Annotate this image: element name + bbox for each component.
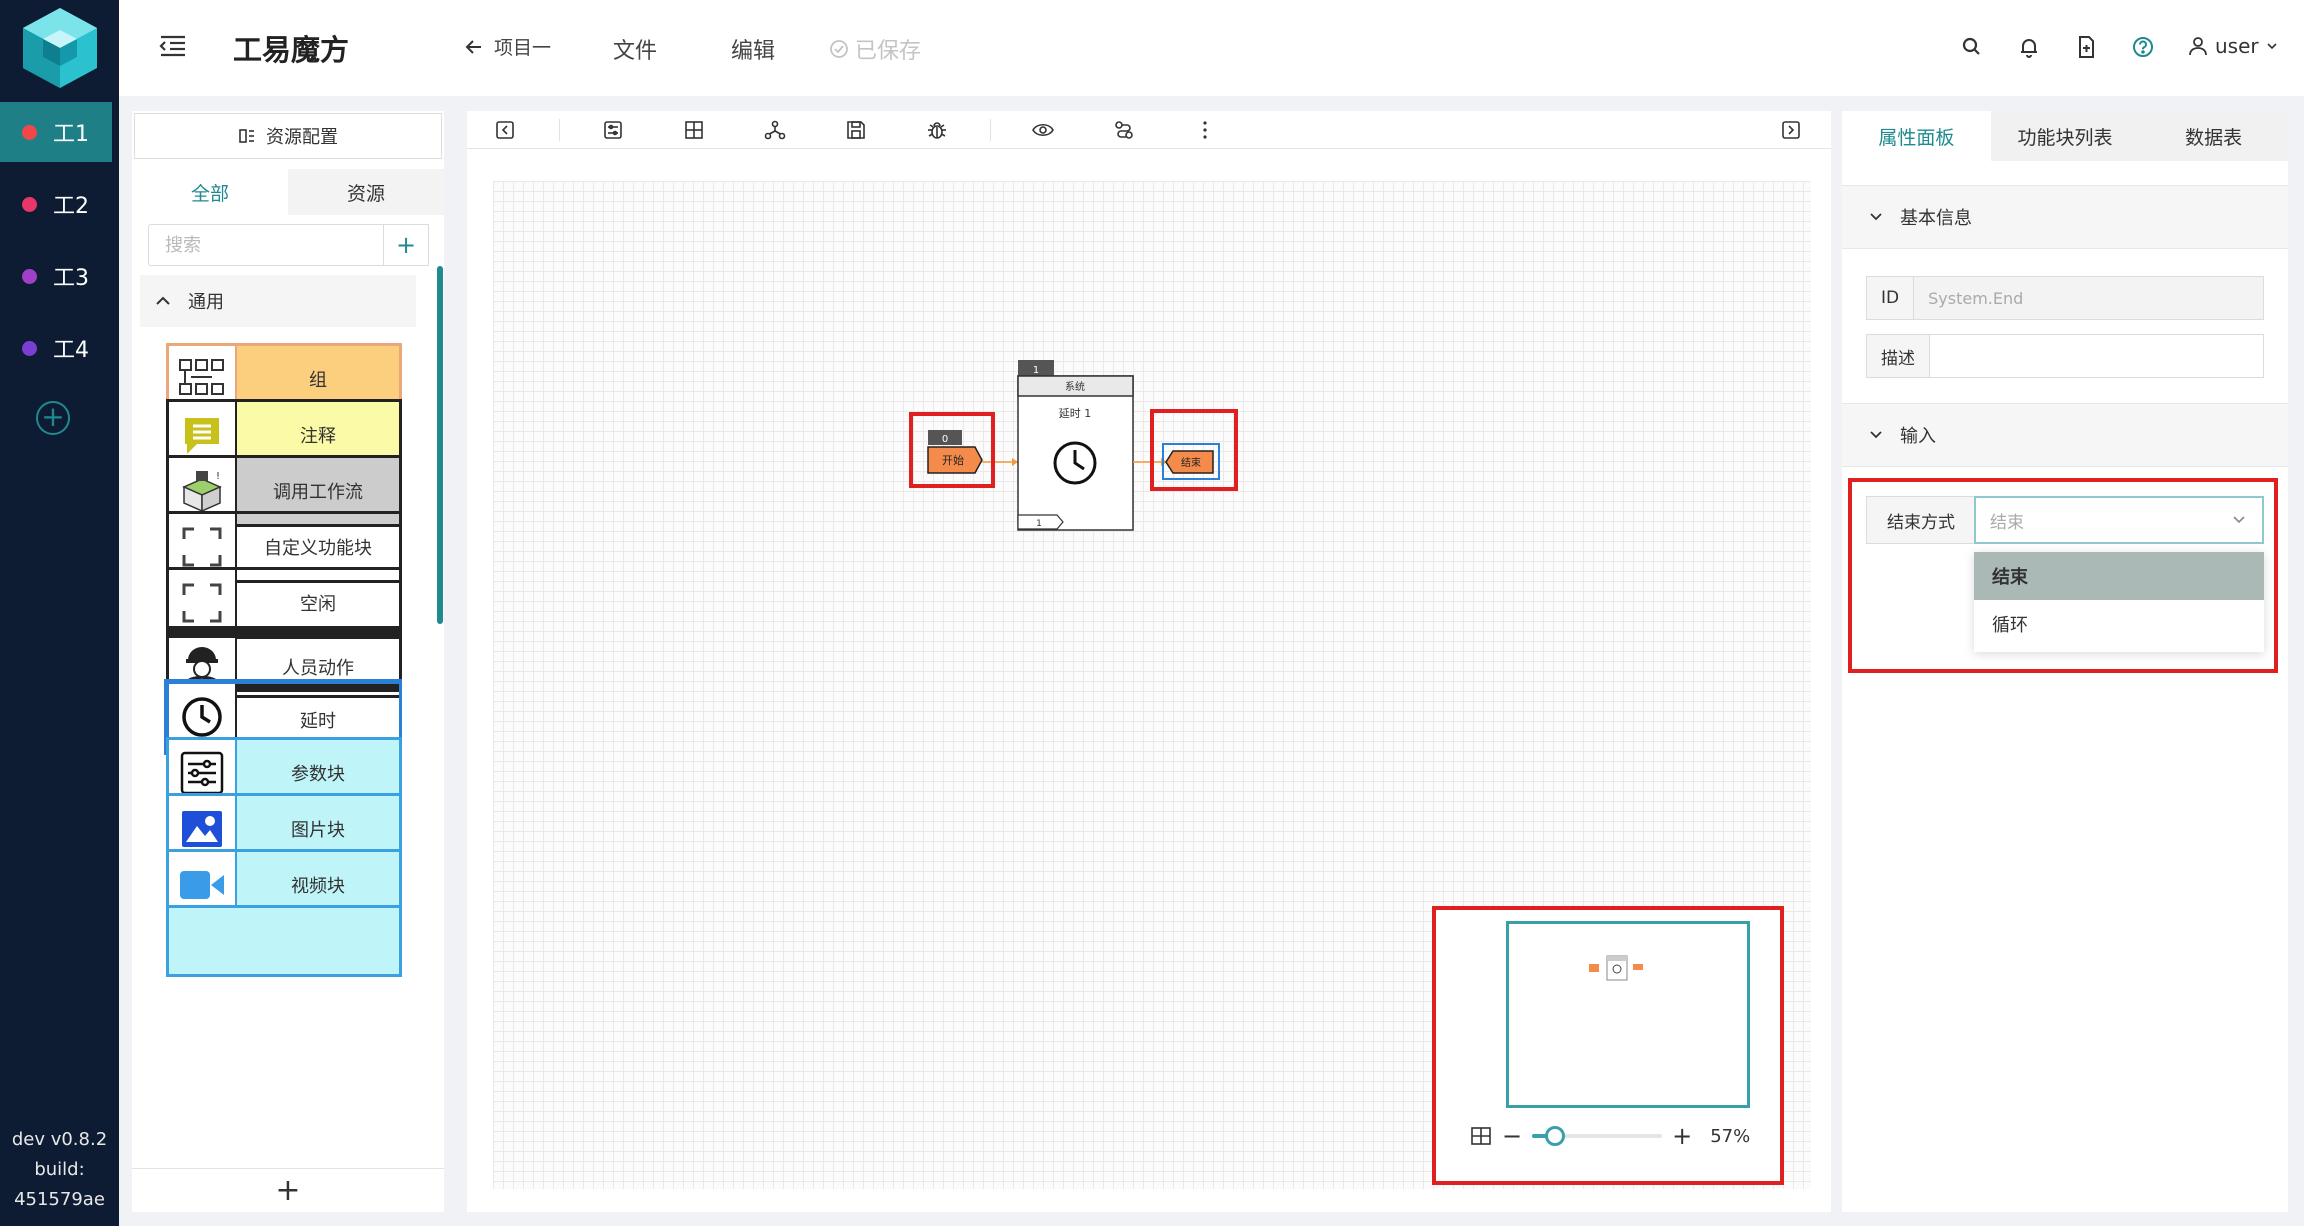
id-field-row: ID: [1866, 276, 2264, 320]
highlight-start-node: [909, 412, 995, 488]
workspace-tab-3[interactable]: 工3: [0, 246, 112, 306]
version-label: dev v0.8.2: [11, 1129, 108, 1150]
delay-node-category: 系统: [1065, 380, 1085, 393]
arrow-left-icon: [465, 39, 481, 54]
chevron-down-icon: [1870, 213, 1882, 221]
user-menu[interactable]: user: [2187, 34, 2279, 58]
block-item-partial[interactable]: [166, 905, 402, 977]
top-header: 工易魔方 项目一 文件 编辑 已保存 user: [119, 0, 2304, 96]
zoom-slider[interactable]: [1532, 1126, 1663, 1146]
library-tabs: 全部 资源: [132, 169, 444, 215]
tab-resources[interactable]: 资源: [288, 169, 444, 215]
search-button[interactable]: [1959, 34, 1985, 60]
zoom-slider-thumb[interactable]: [1545, 1126, 1566, 1146]
tab-block-list[interactable]: 功能块列表: [1991, 111, 2140, 161]
property-panel: 属性面板 功能块列表 数据表 基本信息 ID 描述 输入 结束方式 结束 结束 …: [1842, 111, 2288, 1212]
section-basic-info[interactable]: 基本信息: [1842, 185, 2288, 249]
chevron-down-icon: [2267, 43, 2277, 50]
minimap-controls: − + 57%: [1470, 1122, 1750, 1150]
scrollbar-thumb[interactable]: [437, 266, 443, 624]
svg-text:!: !: [216, 471, 220, 482]
zoom-out-button[interactable]: −: [1502, 1122, 1522, 1150]
tab-data-table[interactable]: 数据表: [2139, 111, 2288, 161]
block-library-panel: 资源配置 全部 资源 + 通用 组 注释 ! 调用工作流: [132, 111, 444, 1212]
edit-menu[interactable]: 编辑: [731, 33, 775, 65]
search-icon: [1962, 37, 1980, 55]
build-hash: 451579ae: [14, 1189, 105, 1210]
resource-config-button[interactable]: 资源配置: [134, 113, 442, 159]
minimap-panel: − + 57%: [1432, 906, 1784, 1185]
section-title: 输入: [1900, 426, 1936, 447]
add-block-button[interactable]: +: [383, 224, 429, 266]
highlight-end-node: [1150, 409, 1238, 491]
workspace-tab-1[interactable]: 工1: [0, 102, 112, 162]
description-label: 描述: [1867, 335, 1930, 377]
help-button[interactable]: [2130, 34, 2156, 60]
add-workspace-button[interactable]: +: [36, 401, 70, 435]
user-icon: [2189, 37, 2207, 56]
description-field-row: 描述: [1866, 334, 2264, 378]
check-circle-icon: [830, 40, 848, 58]
app-title: 工易魔方: [233, 33, 350, 67]
zoom-in-button[interactable]: +: [1672, 1122, 1692, 1150]
group-label: 通用: [188, 292, 224, 313]
workspace-tab-4[interactable]: 工4: [0, 318, 112, 378]
resource-config-label: 资源配置: [266, 127, 338, 148]
section-input[interactable]: 输入: [1842, 403, 2288, 467]
workspace-label: 工2: [53, 194, 89, 219]
document-icon: [2079, 36, 2094, 58]
version-info: dev v0.8.2 build: 451579ae: [0, 1125, 119, 1215]
group-header-general[interactable]: 通用: [140, 275, 416, 327]
tab-all[interactable]: 全部: [132, 169, 288, 215]
id-label: ID: [1867, 277, 1915, 319]
document-button[interactable]: [2073, 34, 2099, 60]
user-name: user: [2215, 34, 2259, 58]
delay-node-name: 延时 1: [1059, 407, 1092, 420]
block-search-input[interactable]: [148, 224, 384, 266]
arrow-head-icon: [1012, 458, 1018, 466]
cube-logo-icon: [22, 8, 97, 88]
fit-view-icon[interactable]: [1470, 1125, 1492, 1147]
add-group-button[interactable]: +: [132, 1168, 444, 1212]
app-logo[interactable]: [0, 0, 119, 96]
bell-icon: [2021, 39, 2037, 58]
delay-node-port-label: 1: [1036, 519, 1042, 529]
workspace-tab-2[interactable]: 工2: [0, 174, 112, 234]
project-name: 项目一: [494, 37, 552, 59]
id-input: [1914, 277, 2263, 319]
workspace-status-dot: [22, 196, 37, 212]
workspace-label: 工1: [53, 122, 89, 147]
menu-toggle-button[interactable]: [157, 30, 189, 62]
zoom-level: 57%: [1710, 1125, 1751, 1147]
tab-properties[interactable]: 属性面板: [1842, 111, 1991, 161]
minimap-viewport[interactable]: [1506, 921, 1750, 1108]
save-status: 已保存: [829, 33, 921, 65]
notification-button[interactable]: [2016, 34, 2042, 60]
flow-editor: 0 开始 1 系统 延时 1 1 结束 − + 57%: [467, 111, 1831, 1212]
help-icon: [2133, 37, 2153, 57]
workspace-label: 工3: [53, 266, 89, 291]
workspace-rail: 工1 工2 工3 工4 + dev v0.8.2 build: 451579ae: [0, 0, 119, 1226]
delay-node-badge-text: 1: [1033, 365, 1039, 376]
workspace-status-dot: [22, 268, 37, 284]
chevron-down-icon: [1870, 431, 1882, 439]
minimap-preview: [1589, 955, 1643, 981]
workspace-status-dot: [22, 124, 37, 140]
section-title: 基本信息: [1900, 208, 1972, 229]
workspace-status-dot: [22, 340, 37, 356]
back-to-project-link[interactable]: 项目一: [464, 33, 551, 60]
description-input[interactable]: [1930, 335, 2263, 377]
resource-config-icon: [239, 129, 254, 143]
right-panel-tabs: 属性面板 功能块列表 数据表: [1842, 111, 2288, 161]
block-list: 组 注释 ! 调用工作流 自定义功能块 空闲 人员动作 延时 参数块 图片块 视…: [162, 343, 402, 1226]
build-label: build:: [34, 1159, 85, 1180]
saved-label: 已保存: [855, 39, 922, 64]
chevron-up-icon: [156, 296, 170, 305]
delay-node[interactable]: 1 系统 延时 1 1: [1017, 360, 1134, 531]
workspace-label: 工4: [53, 338, 89, 363]
highlight-end-mode: [1848, 478, 2278, 673]
menu-fold-icon: [159, 35, 185, 57]
file-menu[interactable]: 文件: [613, 33, 657, 65]
